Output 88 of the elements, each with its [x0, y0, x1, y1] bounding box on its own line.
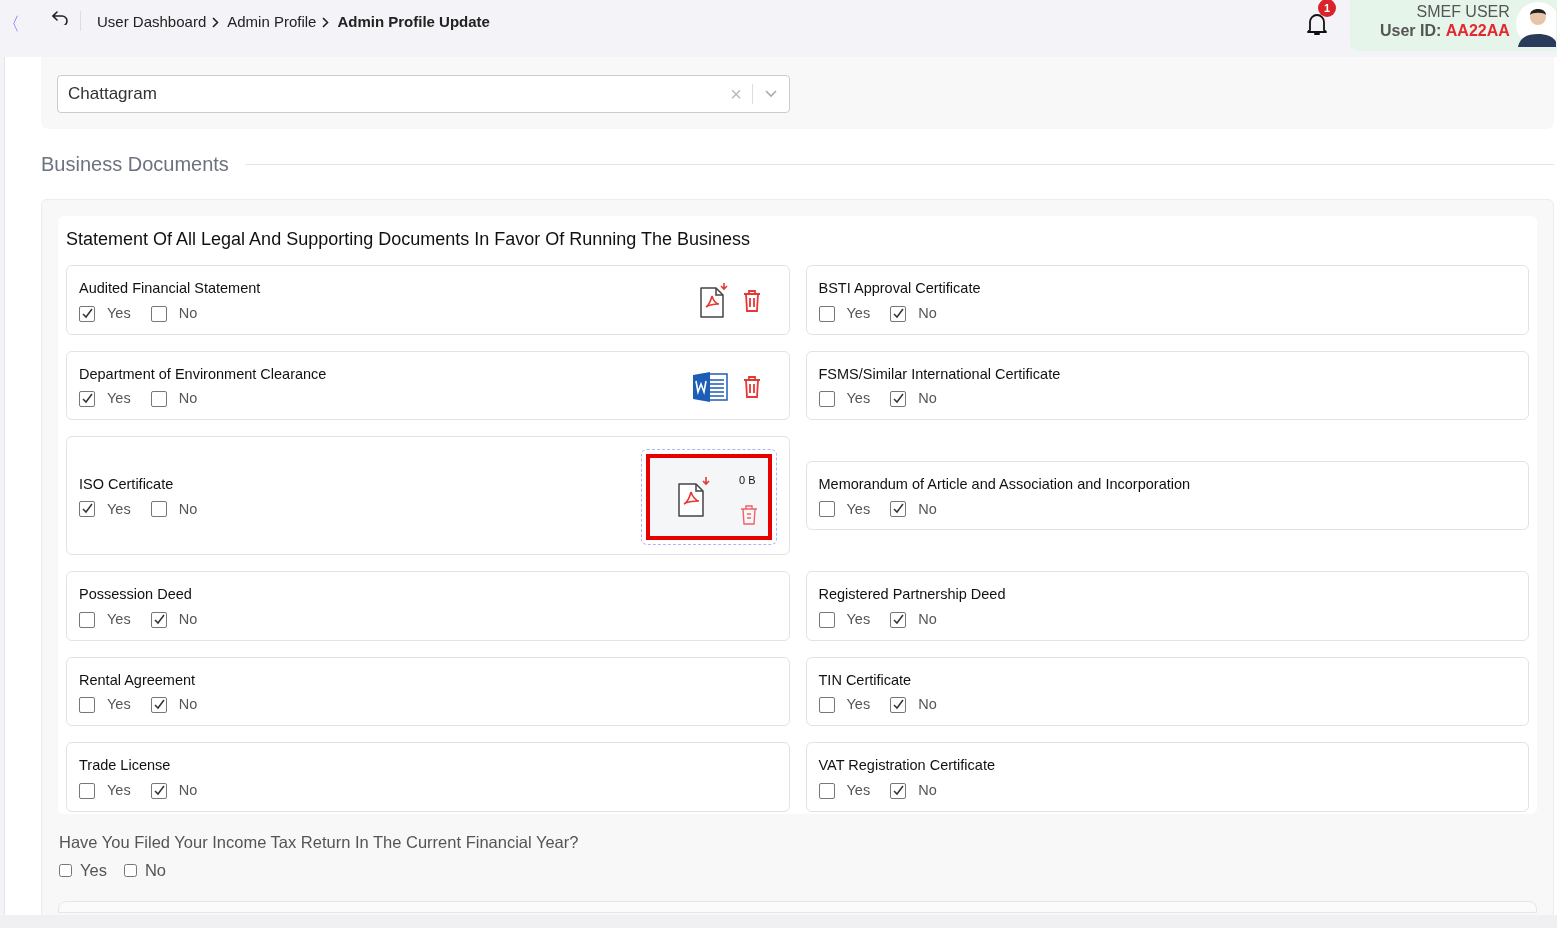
pdf-file-icon[interactable] — [676, 476, 711, 518]
checkbox-label: Yes — [846, 389, 871, 409]
document-label: BSTI Approval Certificate — [818, 279, 981, 298]
checkbox-label: No — [178, 303, 198, 323]
document-label: Possession Deed — [79, 585, 193, 604]
question-text: Have You Filed Your Income Tax Return In The Current Financial Year? — [59, 831, 580, 853]
checkbox-label: No — [918, 695, 937, 715]
checkbox-label: Yes — [107, 609, 131, 629]
checkbox-label: No — [178, 609, 198, 629]
checkbox[interactable] — [890, 501, 907, 518]
checkbox[interactable] — [890, 305, 907, 322]
checkbox[interactable] — [890, 611, 907, 628]
checkbox[interactable] — [818, 305, 835, 322]
chevron-right-icon — [322, 16, 330, 28]
chevron-down-icon[interactable] — [765, 90, 777, 98]
checkbox-label: No — [178, 389, 198, 409]
checkbox[interactable] — [890, 391, 907, 408]
checkbox[interactable] — [79, 782, 95, 799]
checkbox[interactable] — [150, 305, 167, 322]
section-title: Business Documents — [41, 152, 229, 177]
division-select[interactable]: Chattagram × — [57, 75, 790, 113]
checkbox[interactable] — [818, 697, 835, 714]
document-label: Trade License — [79, 756, 172, 775]
checkbox[interactable] — [818, 611, 835, 628]
document-label: TIN Certificate — [818, 670, 913, 690]
checkbox[interactable] — [818, 391, 835, 408]
checkbox[interactable] — [890, 782, 907, 799]
checkbox[interactable] — [79, 611, 95, 628]
checkbox-label: Yes — [107, 499, 131, 519]
checkbox-label: Yes — [846, 499, 871, 519]
pdf-file-icon[interactable] — [698, 282, 729, 321]
chevron-right-icon — [212, 16, 220, 28]
checkbox-label: No — [178, 780, 198, 800]
document-label: Registered Partnership Deed — [818, 585, 1006, 604]
checkbox[interactable] — [79, 391, 95, 408]
checkbox[interactable] — [150, 501, 167, 518]
checkbox[interactable] — [79, 305, 95, 322]
checkbox-label: No — [918, 499, 937, 519]
undo-icon[interactable] — [52, 11, 68, 25]
document-label: VAT Registration Certificate — [818, 756, 995, 775]
checkbox-label: Yes — [846, 609, 871, 629]
bell-icon[interactable] — [1306, 11, 1328, 36]
document-label: Memorandum of Article and Association and Incorporation — [818, 474, 1191, 494]
collapse-sidebar-button[interactable]: 〈 — [2, 11, 42, 38]
checkbox-label: Yes — [107, 389, 131, 409]
checkbox-label: Yes — [846, 780, 871, 800]
checkbox-label: No — [144, 860, 166, 882]
checkbox[interactable] — [890, 697, 907, 714]
checkbox-label: Yes — [80, 860, 107, 882]
avatar-icon[interactable] — [1515, 1, 1556, 47]
card-title: Statement Of All Legal And Supporting Documents In Favor Of Running The Business — [66, 228, 752, 251]
breadcrumb-link[interactable]: User Dashboard — [97, 11, 207, 34]
document-label: Audited Financial Statement — [79, 279, 261, 298]
checkbox-label: No — [918, 389, 937, 409]
word-file-icon[interactable] — [692, 370, 729, 403]
checkbox-label: No — [918, 609, 937, 629]
checkbox[interactable] — [150, 697, 167, 714]
checkbox-label: Yes — [107, 695, 131, 715]
document-label: Department of Environment Clearance — [79, 364, 327, 384]
checkbox[interactable] — [818, 501, 835, 518]
notification-badge: 1 — [1318, 0, 1336, 17]
file-size: 0 B — [739, 473, 756, 488]
checkbox[interactable] — [150, 782, 167, 799]
user-name: SMEF USER — [1416, 2, 1510, 22]
checkbox[interactable] — [79, 697, 95, 714]
checkbox-label: Yes — [846, 303, 871, 323]
checkbox-label: No — [178, 695, 198, 715]
checkbox[interactable] — [150, 391, 167, 408]
checkbox[interactable] — [79, 501, 95, 518]
checkbox-label: No — [178, 499, 198, 519]
checkbox-label: Yes — [107, 303, 131, 323]
checkbox-label: No — [918, 303, 937, 323]
delete-icon[interactable] — [742, 290, 761, 313]
document-label: FSMS/Similar International Certificate — [818, 364, 1061, 384]
horizontal-scrollbar[interactable] — [0, 915, 1557, 928]
checkbox[interactable] — [59, 864, 72, 878]
delete-icon[interactable] — [742, 375, 761, 398]
delete-icon[interactable] — [739, 504, 758, 525]
checkbox-label: Yes — [846, 695, 871, 715]
document-label: ISO Certificate — [79, 474, 175, 494]
checkbox-label: No — [918, 780, 937, 800]
breadcrumb-link[interactable]: Admin Profile — [227, 11, 317, 34]
checkbox[interactable] — [818, 782, 835, 799]
checkbox[interactable] — [123, 864, 137, 878]
checkbox[interactable] — [150, 611, 167, 628]
user-id: User ID: AA22AA — [1380, 21, 1510, 42]
checkbox-label: Yes — [107, 780, 131, 800]
document-label: Rental Agreement — [79, 670, 197, 690]
